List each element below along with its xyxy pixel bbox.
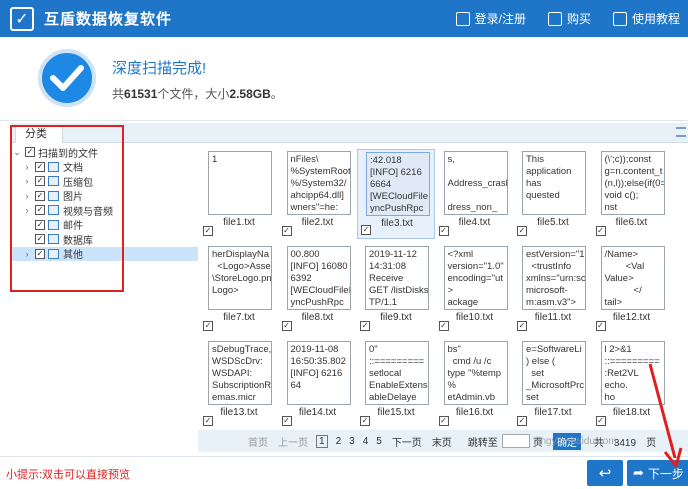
file-name: file10.txt — [455, 312, 494, 323]
tutorial-button[interactable]: 使用教程 — [612, 10, 680, 27]
file-preview-thumbnail[interactable]: :42.018 [INFO] 6216 6664 [WECloudFileI y… — [366, 152, 430, 216]
login-label: 登录/注册 — [474, 12, 526, 26]
file-name: file16.txt — [455, 407, 494, 418]
title-bar: ✓ 互盾数据恢复软件 登录/注册 购买 使用教程 — [0, 0, 688, 37]
file-name: file11.txt — [534, 312, 572, 323]
file-item[interactable]: <?xml version="1.0" encoding="ut > ackag… — [436, 244, 514, 334]
file-item[interactable]: bs" cmd /u /c type "%temp % etAdmin.vb ✓ f… — [436, 339, 514, 429]
cart-icon — [547, 11, 562, 26]
login-button[interactable]: 登录/注册 — [455, 10, 526, 27]
book-icon — [612, 11, 627, 26]
file-preview-thumbnail[interactable]: estVersion="1 <trustInfo xmlns="urn:sc m… — [522, 246, 586, 310]
file-item[interactable]: 2019-11-12 14:31:08 Receive GET /listDis… — [357, 244, 435, 334]
file-item[interactable]: 1 ✓ file1.txt — [200, 149, 278, 239]
file-preview-thumbnail[interactable]: /Name> <Val Value> </ tail> — [600, 246, 665, 310]
file-item[interactable]: 2019-11-08 16:50:35.802 [INFO] 6216 64 ✓ f… — [279, 339, 357, 429]
file-preview-thumbnail[interactable]: <?xml version="1.0" encoding="ut > ackag… — [443, 246, 508, 310]
file-item[interactable]: (\';c));const g=n.content_t (n,l));else{… — [593, 149, 671, 239]
file-item[interactable]: nFiles\ %SystemRoot %/System32/ ahcipp64… — [279, 149, 357, 239]
file-preview-panel: 1 ✓ file1.txt nFiles\ %SystemRoot %/System3… — [198, 123, 688, 456]
file-name: file15.txt — [377, 407, 415, 418]
file-count: 61531 — [124, 87, 158, 101]
file-preview-thumbnail[interactable]: This application has quested — [522, 151, 586, 215]
app-title: 互盾数据恢复软件 — [44, 11, 173, 28]
file-name: file6.txt — [615, 217, 648, 228]
page-number[interactable]: 3 — [349, 436, 355, 447]
file-preview-thumbnail[interactable]: 2019-11-08 16:50:35.802 [INFO] 6216 64 — [286, 341, 351, 405]
page-number[interactable]: 1 — [316, 434, 328, 448]
next-page-button[interactable]: 下一页 — [392, 434, 422, 449]
buy-button[interactable]: 购买 — [547, 10, 591, 27]
file-name: file3.txt — [381, 218, 413, 229]
scan-summary: 共61531个文件，大小2.58GB。 — [112, 85, 283, 102]
scan-status: 深度扫描完成! 共61531个文件，大小2.58GB。 — [0, 37, 688, 120]
red-arrow-annotation-icon — [648, 363, 683, 468]
file-preview-thumbnail[interactable]: 0" ::========= setlocal EnableExtensi ab… — [365, 341, 429, 405]
file-preview-thumbnail[interactable]: sDebugTrace, WSDScDrv: WSDAPI: Subscript… — [208, 341, 272, 405]
file-preview-thumbnail[interactable]: s, Address_crasl dress_non_ — [443, 151, 508, 215]
divider — [0, 120, 688, 121]
file-preview-thumbnail[interactable]: 2019-11-12 14:31:08 Receive GET /listDis… — [365, 246, 429, 310]
watermark: jingyan.baidu.com — [536, 436, 617, 447]
file-panel-header — [198, 123, 688, 143]
file-preview-thumbnail[interactable]: herDisplayNa <Logo>Asse \StoreLogo.pn Lo… — [208, 246, 272, 310]
file-name: file4.txt — [458, 217, 491, 228]
goto-label: 跳转至 — [467, 437, 498, 449]
buy-label: 购买 — [566, 12, 591, 26]
file-name: file5.txt — [537, 217, 569, 228]
file-item[interactable]: herDisplayNa <Logo>Asse \StoreLogo.pn Lo… — [200, 244, 278, 334]
file-preview-thumbnail[interactable]: e=SoftwareLi ) else ( set _MicrosoftPrc … — [522, 341, 586, 405]
file-name: file9.txt — [380, 312, 412, 323]
file-preview-thumbnail[interactable]: 00.800 [INFO] 16080 6392 [WECloudFileI y… — [286, 246, 351, 310]
summary-mid: 个文件，大小 — [157, 87, 230, 101]
highlight-annotation-box — [10, 125, 124, 292]
file-name: file12.txt — [612, 312, 651, 323]
back-icon: ↩ — [598, 465, 612, 482]
goto-page-input[interactable] — [501, 434, 530, 448]
app-logo-icon: ✓ — [10, 6, 34, 31]
file-name: file14.txt — [298, 407, 337, 418]
file-item[interactable]: :42.018 [INFO] 6216 6664 [WECloudFileI y… — [357, 149, 435, 239]
hint-text: 小提示:双击可以直接预览 — [6, 469, 131, 481]
file-name: file17.txt — [534, 407, 572, 418]
file-item[interactable]: /Name> <Val Value> </ tail> ✓ file12.txt — [593, 244, 671, 334]
back-button[interactable]: ↩ — [587, 460, 623, 486]
first-page-button[interactable]: 首页 — [248, 434, 268, 449]
file-preview-thumbnail[interactable]: 1 — [208, 151, 272, 215]
next-arrow-icon: ➦ — [633, 465, 644, 480]
file-item[interactable]: sDebugTrace, WSDScDrv: WSDAPI: Subscript… — [200, 339, 278, 429]
last-page-button[interactable]: 末页 — [432, 434, 452, 449]
title-actions: 登录/注册 购买 使用教程 — [434, 0, 680, 37]
scan-status-title: 深度扫描完成! — [112, 60, 207, 77]
summary-prefix: 共 — [112, 87, 125, 101]
file-item[interactable]: 00.800 [INFO] 16080 6392 [WECloudFileI y… — [279, 244, 357, 334]
bottom-bar: 小提示:双击可以直接预览 ↩ ➦ 下一步 — [0, 456, 688, 489]
file-item[interactable]: 0" ::========= setlocal EnableExtensi ab… — [357, 339, 435, 429]
file-preview-thumbnail[interactable]: (\';c));const g=n.content_t (n,l));else{… — [600, 151, 665, 215]
file-name: file2.txt — [301, 217, 334, 228]
prev-page-button[interactable]: 上一页 — [278, 434, 308, 449]
file-item[interactable]: s, Address_crasl dress_non_ ✓ file4.txt — [436, 149, 514, 239]
file-name: file7.txt — [223, 312, 255, 323]
file-name: file1.txt — [223, 217, 255, 228]
file-item[interactable]: This application has quested ✓ file5.txt — [514, 149, 592, 239]
page-number[interactable]: 4 — [363, 436, 369, 447]
file-item[interactable]: estVersion="1 <trustInfo xmlns="urn:sc m… — [514, 244, 592, 334]
file-preview-thumbnail[interactable]: bs" cmd /u /c type "%temp % etAdmin.vb — [443, 341, 508, 405]
tutorial-label: 使用教程 — [631, 12, 680, 26]
total-count: 3419 — [613, 437, 637, 449]
login-icon — [455, 11, 470, 26]
scan-complete-check-icon — [38, 49, 96, 107]
file-item[interactable]: e=SoftwareLi ) else ( set _MicrosoftPrc … — [514, 339, 592, 429]
view-mode-icon[interactable] — [676, 127, 686, 137]
file-preview-thumbnail[interactable]: nFiles\ %SystemRoot %/System32/ ahcipp64… — [286, 151, 351, 215]
total-size: 2.58GB — [229, 87, 271, 101]
file-name: file13.txt — [220, 407, 258, 418]
page-number[interactable]: 2 — [336, 436, 342, 447]
file-name: file8.txt — [301, 312, 334, 323]
page-number[interactable]: 5 — [376, 436, 382, 447]
summary-suffix: 。 — [270, 87, 283, 101]
